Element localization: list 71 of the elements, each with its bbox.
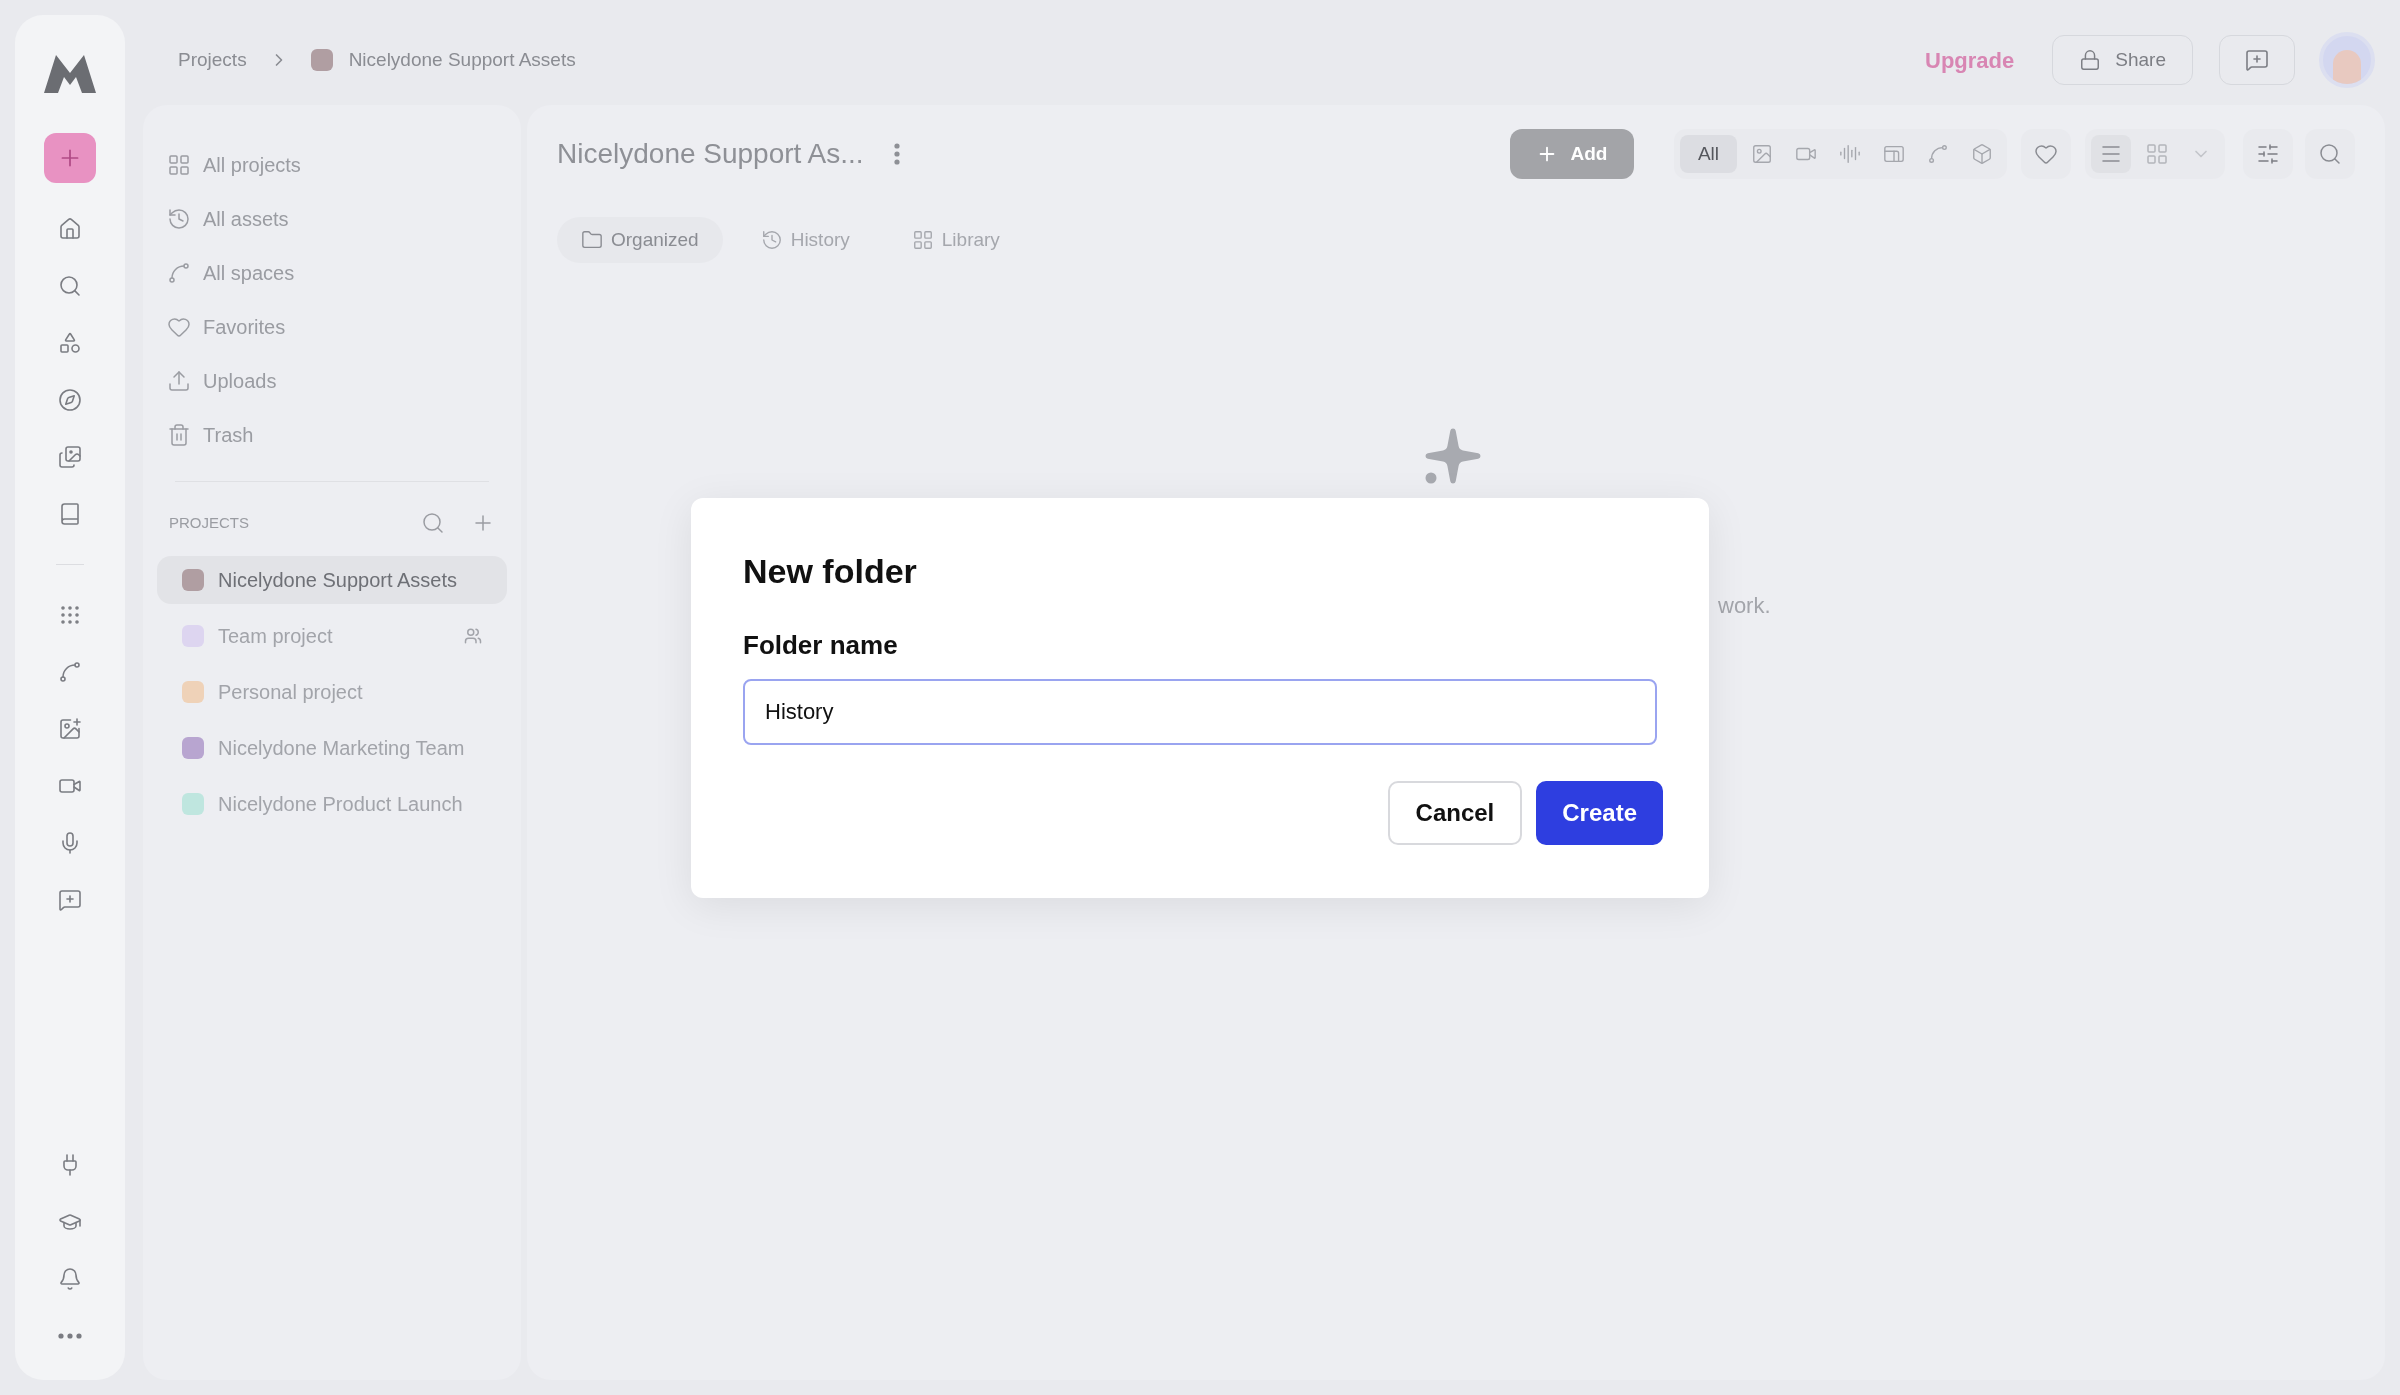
layout-icon xyxy=(1883,143,1905,165)
trash-icon xyxy=(167,423,191,447)
heart-icon xyxy=(2034,142,2058,166)
history-icon xyxy=(760,229,783,251)
add-button[interactable]: Add xyxy=(1509,129,1634,179)
history-icon xyxy=(167,207,191,231)
compass-icon xyxy=(58,388,82,412)
folder-name-field[interactable]: History xyxy=(743,679,1657,745)
dialog-title: New folder xyxy=(743,550,918,592)
section-heading: PROJECTS xyxy=(169,512,250,533)
chat-add-icon xyxy=(58,888,82,912)
favorites-button[interactable] xyxy=(2021,129,2071,179)
breadcrumb-current[interactable]: Nicelydone Support Assets xyxy=(348,45,576,75)
more-icon xyxy=(58,1333,82,1339)
project-item[interactable]: Nicelydone Product Launch xyxy=(157,780,507,828)
book-icon xyxy=(58,502,82,526)
upload-icon xyxy=(167,369,191,393)
field-label: Folder name xyxy=(743,629,899,662)
grid-icon xyxy=(167,153,191,177)
search-icon xyxy=(58,274,82,298)
path-icon xyxy=(167,261,191,285)
logo-icon xyxy=(44,55,96,93)
grid-icon xyxy=(2145,142,2169,166)
cancel-button[interactable]: Cancel xyxy=(1387,781,1523,845)
image-icon xyxy=(1751,143,1773,165)
project-item[interactable]: Personal project xyxy=(157,668,507,716)
list-view-button[interactable] xyxy=(2091,135,2131,173)
notifications-icon xyxy=(58,1267,82,1291)
cube-icon xyxy=(1971,143,1993,165)
project-item[interactable]: Nicelydone Support Assets xyxy=(157,556,507,604)
image-add-icon xyxy=(58,717,82,741)
page-title: Nicelydone Support As... xyxy=(557,137,864,171)
avatar[interactable] xyxy=(2319,32,2375,88)
sidebar-item[interactable]: All spaces xyxy=(167,251,497,295)
sidebar-item[interactable]: Uploads xyxy=(167,359,497,403)
shapes-icon xyxy=(58,331,82,355)
sidebar-item[interactable]: Trash xyxy=(167,413,497,457)
breadcrumb-link[interactable]: Projects xyxy=(178,45,247,75)
sliders-icon xyxy=(2256,142,2280,166)
search-button[interactable] xyxy=(2305,129,2355,179)
sidebar-item[interactable]: Favorites xyxy=(167,305,497,349)
home-icon xyxy=(58,217,82,241)
path-icon xyxy=(58,660,82,684)
new-button[interactable] xyxy=(44,133,96,183)
project-item[interactable]: Team project xyxy=(157,612,507,660)
more-icon xyxy=(893,143,900,165)
filter-tab[interactable]: All xyxy=(1679,135,1737,173)
images-icon xyxy=(58,445,82,469)
folder-icon xyxy=(581,229,603,251)
sidebar-item[interactable]: All projects xyxy=(167,143,497,187)
audio-icon xyxy=(1839,143,1861,165)
view-tab[interactable]: Organized xyxy=(557,217,723,263)
lock-icon xyxy=(2079,49,2102,71)
upgrade-link[interactable]: Upgrade xyxy=(1925,43,2015,77)
empty-state-text: work. xyxy=(1718,592,1772,620)
feedback-button[interactable] xyxy=(2219,35,2295,85)
search-icon[interactable] xyxy=(421,511,445,535)
search-icon xyxy=(2318,142,2342,166)
sidebar-item[interactable]: All assets xyxy=(167,197,497,241)
project-item[interactable]: Nicelydone Marketing Team xyxy=(157,724,507,772)
view-tab[interactable]: Library xyxy=(887,217,1024,263)
chat-add-icon xyxy=(2245,48,2269,72)
more-button[interactable] xyxy=(893,143,900,165)
create-button[interactable]: Create xyxy=(1536,781,1663,845)
path-icon xyxy=(1927,143,1949,165)
view-tab[interactable]: History xyxy=(736,217,874,263)
grid-icon xyxy=(911,229,934,251)
filter-settings-button[interactable] xyxy=(2243,129,2293,179)
heart-icon xyxy=(167,315,191,339)
apps-icon xyxy=(58,603,82,627)
share-button[interactable]: Share xyxy=(2052,35,2193,85)
